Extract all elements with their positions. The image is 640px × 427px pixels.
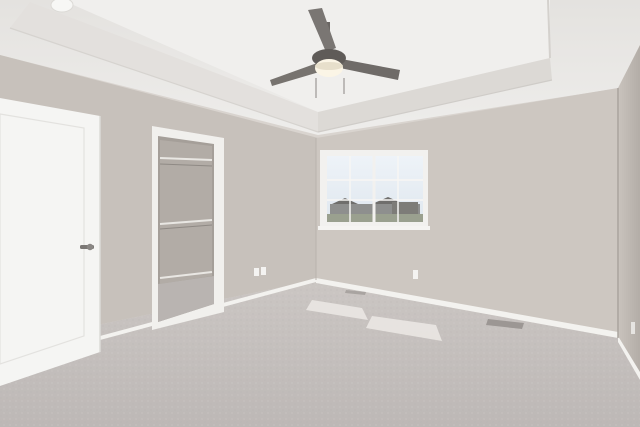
outlet (413, 270, 418, 279)
outlet (254, 268, 259, 276)
outlet (261, 267, 266, 275)
door (0, 98, 101, 386)
bedroom-photo (0, 0, 640, 427)
window (318, 150, 430, 230)
outlet (631, 322, 635, 334)
smoke-detector (50, 0, 74, 13)
room-illustration (0, 0, 640, 427)
walk-in-closet (152, 126, 224, 330)
